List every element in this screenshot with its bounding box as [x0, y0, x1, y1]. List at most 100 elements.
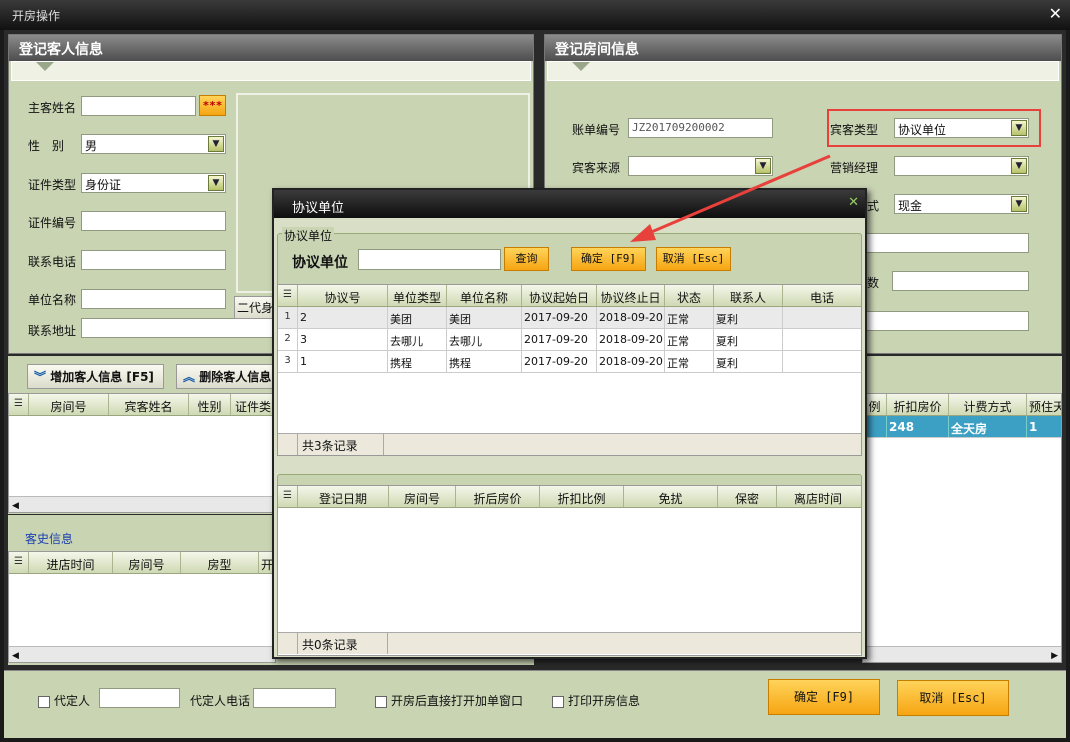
cell: 2018-09-20 — [597, 351, 665, 372]
count-label: 数 — [867, 276, 880, 290]
grid-menu-icon[interactable]: ☰ — [278, 285, 298, 306]
cancel-button[interactable]: 取消 [Esc] — [897, 680, 1009, 716]
address-input[interactable] — [81, 318, 281, 338]
col-header[interactable]: 协议号 — [298, 285, 388, 306]
cell: 正常 — [665, 307, 714, 328]
col-header[interactable]: 宾客姓名 — [109, 394, 189, 415]
col-header[interactable]: 房型 — [181, 552, 259, 573]
cell — [783, 329, 861, 350]
chevron-down-icon[interactable]: ▼ — [208, 136, 224, 152]
room-field-3[interactable] — [866, 311, 1029, 331]
col-header[interactable]: 房间号 — [389, 486, 456, 507]
phone-input[interactable] — [81, 250, 226, 270]
col-header[interactable]: 登记日期 — [298, 486, 389, 507]
table-row[interactable]: 3 1 携程 携程 2017-09-20 2018-09-20 正常 夏利 — [278, 351, 861, 373]
arrow-line — [641, 154, 831, 238]
cell: 正常 — [665, 351, 714, 372]
highlight-box — [827, 109, 1041, 147]
col-header[interactable]: 进店时间 — [29, 552, 113, 573]
col-header[interactable]: 折扣房价 — [887, 394, 949, 415]
room-field-2[interactable] — [892, 271, 1029, 291]
grid-menu-icon[interactable]: ☰ — [9, 394, 29, 415]
close-icon[interactable]: ✕ — [1049, 4, 1062, 23]
scroll-left-icon[interactable]: ◀ — [9, 651, 19, 661]
agent-phone-input[interactable] — [253, 688, 336, 708]
col-header[interactable]: 证件类 — [231, 394, 275, 415]
col-header[interactable]: 开 — [259, 552, 273, 573]
col-header[interactable]: 房间号 — [113, 552, 181, 573]
dialog-cancel-button[interactable]: 取消 [Esc] — [656, 247, 731, 271]
registration-grid-header: ☰ 登记日期 房间号 折后房价 折扣比例 免扰 保密 离店时间 — [278, 486, 861, 508]
col-header[interactable]: 单位类型 — [388, 285, 447, 306]
scroll-right-icon[interactable]: ▶ — [1051, 651, 1061, 661]
history-grid-header: ☰ 进店时间 房间号 房型 开 — [9, 552, 275, 574]
footer-spacer — [278, 633, 298, 654]
history-title[interactable]: 客史信息 — [25, 530, 73, 547]
col-header[interactable]: 预住天 — [1027, 394, 1061, 415]
manager-select[interactable]: ▼ — [894, 156, 1029, 176]
col-header[interactable]: 离店时间 — [777, 486, 859, 507]
open-window-checkbox[interactable] — [375, 695, 387, 708]
cell: 携程 — [447, 351, 522, 372]
col-header[interactable]: 协议起始日 — [522, 285, 597, 306]
horizontal-scrollbar[interactable]: ▶ — [863, 646, 1061, 662]
confirm-button[interactable]: 确定 [F9] — [768, 679, 880, 715]
col-header[interactable]: 折后房价 — [456, 486, 540, 507]
scroll-left-icon[interactable]: ◀ — [9, 501, 19, 511]
col-header[interactable]: 电话 — [783, 285, 861, 306]
col-header[interactable]: 免扰 — [624, 486, 718, 507]
guest-grid: ☰ 房间号 宾客姓名 性别 证件类 ◀ — [8, 393, 276, 513]
cell: 2 — [298, 307, 388, 328]
open-window-row[interactable]: 开房后直接打开加单窗口 — [375, 692, 523, 709]
agent-checkbox[interactable] — [38, 695, 50, 708]
delete-guest-button[interactable]: ︽ 删除客人信息 — [176, 364, 276, 389]
dialog-confirm-button[interactable]: 确定 [F9] — [571, 247, 646, 271]
pay-select[interactable]: 现金 ▼ — [894, 194, 1029, 214]
star-button[interactable]: *** — [199, 95, 226, 116]
idno-input[interactable] — [81, 211, 226, 231]
search-input[interactable] — [358, 249, 501, 270]
room-field-1[interactable] — [866, 233, 1029, 253]
col-header[interactable]: 性别 — [189, 394, 231, 415]
room-grid-header: 例 折扣房价 计费方式 预住天 — [863, 394, 1061, 416]
print-row[interactable]: 打印开房信息 — [552, 692, 640, 709]
horizontal-scrollbar[interactable]: ◀ — [9, 496, 275, 512]
chevron-down-icon[interactable]: ▼ — [208, 175, 224, 191]
horizontal-scrollbar[interactable]: ◀ — [9, 646, 275, 662]
cell — [783, 351, 861, 372]
add-guest-label: 增加客人信息 [F5] — [50, 370, 154, 384]
col-header[interactable]: 房间号 — [29, 394, 109, 415]
name-input[interactable] — [81, 96, 196, 116]
idcard-button[interactable]: 二代身 — [234, 296, 274, 319]
idtype-select[interactable]: 身份证 ▼ — [81, 173, 226, 193]
close-icon[interactable]: ✕ — [848, 195, 859, 210]
gender-select[interactable]: 男 ▼ — [81, 134, 226, 154]
agent-checkbox-row[interactable]: 代定人 — [38, 692, 90, 709]
col-header[interactable]: 单位名称 — [447, 285, 522, 306]
col-header[interactable]: 计费方式 — [949, 394, 1027, 415]
room-panel-notch — [547, 61, 1059, 81]
history-grid: ☰ 进店时间 房间号 房型 开 ◀ — [8, 551, 276, 663]
table-row[interactable]: 248 全天房 1 — [863, 416, 1061, 438]
grid-menu-icon[interactable]: ☰ — [9, 552, 29, 573]
col-header[interactable]: 联系人 — [714, 285, 783, 306]
table-row[interactable]: 1 2 美团 美团 2017-09-20 2018-09-20 正常 夏利 — [278, 307, 861, 329]
delete-guest-label: 删除客人信息 — [199, 370, 272, 384]
cell: 携程 — [388, 351, 447, 372]
table-row[interactable]: 2 3 去哪儿 去哪儿 2017-09-20 2018-09-20 正常 夏利 — [278, 329, 861, 351]
chevron-down-icon[interactable]: ▼ — [1011, 196, 1027, 212]
add-guest-button[interactable]: ︾ 增加客人信息 [F5] — [27, 364, 164, 389]
bill-label: 账单编号 — [572, 123, 621, 137]
col-header[interactable]: 协议终止日 — [597, 285, 665, 306]
query-button[interactable]: 查询 — [504, 247, 549, 271]
chevron-down-icon[interactable]: ▼ — [1011, 158, 1027, 174]
col-header[interactable]: 状态 — [665, 285, 714, 306]
gender-value: 男 — [85, 139, 98, 153]
agent-input[interactable] — [99, 688, 180, 708]
print-checkbox[interactable] — [552, 695, 564, 708]
grid-menu-icon[interactable]: ☰ — [278, 486, 298, 507]
col-header[interactable]: 折扣比例 — [540, 486, 624, 507]
col-header[interactable]: 保密 — [718, 486, 777, 507]
unit-input[interactable] — [81, 289, 226, 309]
bill-input[interactable]: JZ201709200002 — [628, 118, 773, 138]
